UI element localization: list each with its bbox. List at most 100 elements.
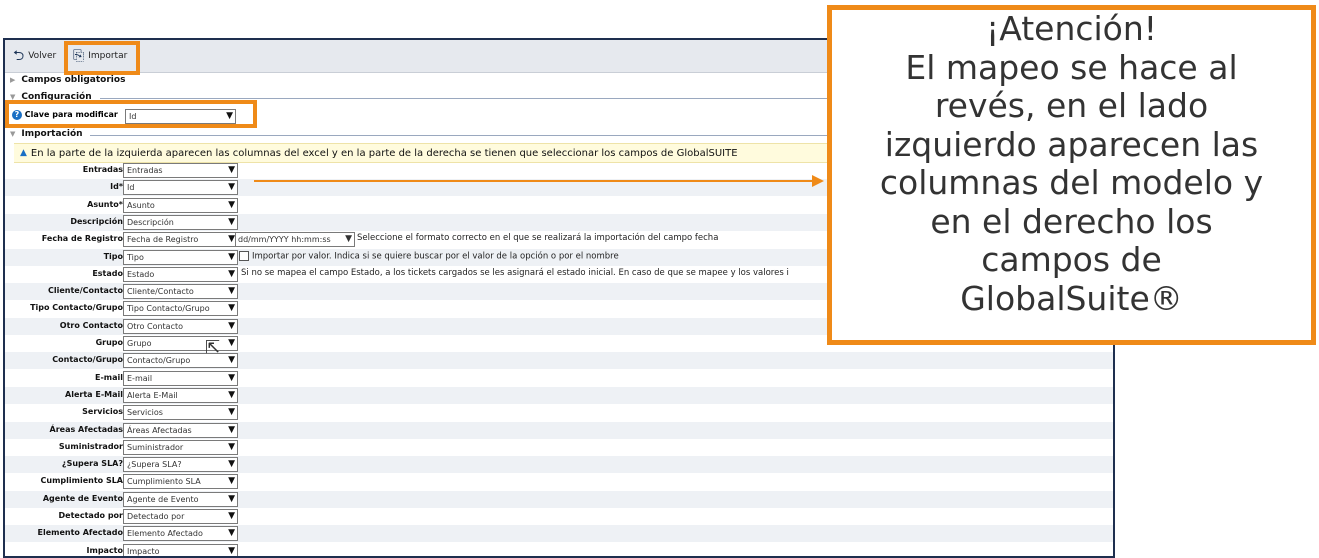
field-select[interactable]: Descripción ▼: [123, 214, 238, 230]
callout-line: campos de: [981, 240, 1162, 279]
chevron-down-icon: ▼: [228, 545, 235, 556]
field-select-value: Estado: [127, 269, 155, 279]
field-select[interactable]: Tipo Contacto/Grupo ▼: [123, 301, 238, 317]
field-select[interactable]: Asunto ▼: [123, 197, 238, 213]
field-select-value: Áreas Afectadas: [127, 425, 192, 435]
field-label: Áreas Afectadas: [49, 424, 123, 434]
back-button[interactable]: ⮌ Volver: [13, 47, 56, 65]
field-label: Cliente/Contacto: [48, 286, 123, 296]
field-select[interactable]: Elemento Afectado ▼: [123, 526, 238, 542]
attention-callout: ¡Atención! El mapeo se hace al revés, en e…: [827, 5, 1316, 345]
highlight-key: [5, 100, 257, 128]
field-select[interactable]: Grupo ▼: [123, 336, 238, 351]
field-select[interactable]: Entradas ▼: [123, 163, 238, 178]
field-select[interactable]: Tipo ▼: [123, 249, 238, 265]
back-button-label: Volver: [28, 51, 57, 61]
field-select-value: Id: [127, 183, 135, 193]
field-select[interactable]: Id ▼: [123, 180, 238, 196]
field-select[interactable]: Impacto ▼: [123, 543, 238, 556]
section-import[interactable]: ▼ Importación: [10, 129, 83, 139]
field-select[interactable]: Otro Contacto ▼: [123, 318, 238, 334]
field-label: Asunto*: [87, 199, 123, 209]
chevron-down-icon: ▼: [228, 165, 235, 175]
field-select[interactable]: Servicios ▼: [123, 405, 238, 421]
field-select[interactable]: ¿Supera SLA? ▼: [123, 457, 238, 473]
field-label: Impacto: [86, 545, 124, 555]
table-row: Servicios Servicios ▼: [5, 404, 1113, 421]
field-select[interactable]: Estado ▼: [123, 266, 238, 282]
field-select[interactable]: Áreas Afectadas ▼: [123, 422, 238, 438]
callout-line: en el derecho los: [930, 201, 1213, 241]
field-select-value: Agente de Evento: [127, 494, 199, 504]
field-label: Id*: [110, 182, 123, 192]
field-select[interactable]: Detectado por ▼: [123, 509, 238, 524]
field-select[interactable]: E-mail ▼: [123, 370, 238, 386]
import-by-value-checkbox[interactable]: Importar por valor. Indica si se quiere …: [239, 250, 619, 261]
checkbox-icon[interactable]: [239, 250, 249, 261]
field-select-value: Cliente/Contacto: [127, 287, 194, 297]
field-select[interactable]: Alerta E-Mail ▼: [123, 387, 238, 403]
field-select-value: Detectado por: [127, 512, 185, 521]
field-label: Descripción: [70, 216, 123, 226]
table-row: Cumplimiento SLA Cumplimiento SLA ▼: [5, 473, 1113, 490]
field-select[interactable]: Cumplimiento SLA ▼: [123, 474, 238, 490]
chevron-down-icon: ▼: [228, 372, 235, 383]
field-select[interactable]: Cliente/Contacto ▼: [123, 284, 238, 300]
chevron-down-icon: ▼: [228, 459, 235, 470]
field-select[interactable]: Suministrador ▼: [123, 439, 238, 455]
chevron-down-icon: ▼: [228, 251, 235, 262]
table-row: ¿Supera SLA? ¿Supera SLA? ▼: [5, 456, 1113, 474]
date-format-value: dd/mm/YYYY hh:mm:ss: [238, 235, 331, 245]
section-required[interactable]: ▶ Campos obligatorios: [10, 75, 125, 85]
field-label: Contacto/Grupo: [52, 355, 123, 365]
field-label: ¿Supera SLA?: [61, 459, 123, 469]
field-label: Otro Contacto: [59, 320, 123, 330]
field-select-value: ¿Supera SLA?: [127, 460, 182, 470]
field-label: E-mail: [94, 372, 123, 382]
cursor-icon: ⇱: [205, 337, 221, 358]
chevron-down-icon: ▼: [228, 424, 235, 435]
field-select-value: Suministrador: [127, 442, 184, 452]
chevron-down-icon: ▼: [228, 389, 235, 400]
callout-line: El mapeo se hace al: [905, 47, 1238, 87]
field-label: Tipo Contacto/Grupo: [30, 303, 123, 313]
field-select-value: Impacto: [127, 546, 160, 556]
field-select-value: Servicios: [127, 408, 163, 418]
chevron-down-icon: ▼: [228, 182, 235, 193]
field-select[interactable]: Contacto/Grupo ▼: [123, 353, 238, 369]
table-row: Detectado por Detectado por ▼: [5, 508, 1113, 525]
field-select-value: Elemento Afectado: [127, 529, 203, 539]
field-select-value: Alerta E-Mail: [127, 390, 178, 400]
callout-line: GlobalSuite®: [960, 278, 1183, 318]
chevron-down-icon: ▼: [228, 493, 235, 504]
table-row: Agente de Evento Agente de Evento ▼: [5, 490, 1113, 508]
field-select[interactable]: Agente de Evento ▼: [123, 491, 238, 507]
chevron-down-icon: ▼: [228, 234, 235, 245]
callout-line: columnas del modelo y: [879, 163, 1264, 202]
field-label: Entradas: [82, 165, 123, 174]
field-select-value: Tipo Contacto/Grupo: [127, 304, 210, 314]
checkbox-label: Importar por valor. Indica si se quiere …: [252, 251, 619, 261]
field-select[interactable]: Fecha de Registro ▼: [123, 232, 238, 248]
field-label: Agente de Evento: [42, 493, 123, 503]
callout-line: izquierdo aparecen las: [884, 124, 1259, 164]
table-row: Áreas Afectadas Áreas Afectadas ▼: [5, 421, 1113, 439]
chevron-down-icon: ▼: [228, 320, 235, 331]
chevron-down-icon: ▼: [228, 528, 235, 539]
undo-arrow-icon: ⮌: [13, 48, 25, 64]
chevron-down-icon: ▼: [345, 234, 352, 245]
field-select-value: Tipo: [127, 252, 144, 262]
info-icon: ▲: [20, 148, 27, 158]
field-note: Si no se mapea el campo Estado, a los ti…: [241, 267, 789, 278]
field-label: Estado: [92, 268, 123, 278]
field-select-value: Asunto: [127, 200, 155, 210]
chevron-down-icon: ▼: [228, 441, 235, 452]
date-format-select[interactable]: dd/mm/YYYY hh:mm:ss ▼: [235, 232, 355, 248]
field-select-value: Entradas: [127, 166, 163, 175]
chevron-down-icon: ▼: [228, 216, 235, 227]
chevron-down-icon: ▼: [228, 303, 235, 314]
table-row: Impacto Impacto ▼: [5, 543, 1113, 556]
field-label: Cumplimiento SLA: [40, 476, 123, 486]
field-select-value: Cumplimiento SLA: [127, 477, 201, 487]
field-label: Grupo: [95, 338, 123, 347]
